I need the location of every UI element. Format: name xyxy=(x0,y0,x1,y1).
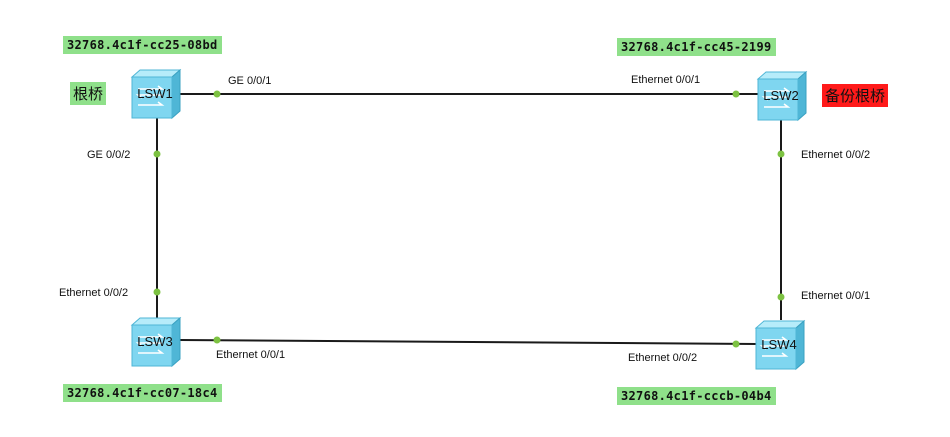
port-dot-lsw3-eth001[interactable] xyxy=(213,336,221,344)
bridge-id-lsw2: 32768.4c1f-cc45-2199 xyxy=(617,38,776,56)
bridge-id-lsw4: 32768.4c1f-cccb-04b4 xyxy=(617,387,776,405)
port-label-lsw1-ge001: GE 0/0/1 xyxy=(228,75,272,87)
switch-lsw1[interactable]: LSW1 xyxy=(128,67,182,121)
port-dot-lsw1-ge001[interactable] xyxy=(213,90,221,98)
topology-canvas xyxy=(153,90,785,348)
role-tag-backup-root: 备份根桥 xyxy=(822,84,889,107)
port-dot-lsw4-eth001[interactable] xyxy=(777,293,785,301)
port-label-lsw1-ge002: GE 0/0/2 xyxy=(87,149,131,161)
port-dot-lsw4-eth002[interactable] xyxy=(732,340,740,348)
switch-lsw2[interactable]: LSW2 xyxy=(754,69,808,123)
bridge-id-lsw3: 32768.4c1f-cc07-18c4 xyxy=(63,384,222,402)
switch-icon xyxy=(130,68,182,120)
port-label-lsw3-eth001: Ethernet 0/0/1 xyxy=(216,349,286,361)
port-dot-lsw2-eth002[interactable] xyxy=(777,150,785,158)
link-lsw3-lsw4[interactable] xyxy=(179,339,758,345)
switch-lsw4[interactable]: LSW4 xyxy=(752,318,806,372)
switch-icon xyxy=(754,319,806,371)
port-label-lsw4-eth001: Ethernet 0/0/1 xyxy=(801,290,871,302)
port-dot-lsw1-ge002[interactable] xyxy=(153,150,161,158)
port-label-lsw4-eth002: Ethernet 0/0/2 xyxy=(628,352,698,364)
switch-icon xyxy=(130,316,182,368)
switch-lsw3[interactable]: LSW3 xyxy=(128,315,182,369)
switch-icon xyxy=(756,70,808,122)
port-dot-lsw3-eth002[interactable] xyxy=(153,288,161,296)
role-tag-root: 根桥 xyxy=(70,82,107,105)
port-dot-lsw2-eth001[interactable] xyxy=(732,90,740,98)
port-label-lsw2-eth001: Ethernet 0/0/1 xyxy=(631,74,701,86)
port-label-lsw2-eth002: Ethernet 0/0/2 xyxy=(801,149,871,161)
bridge-id-lsw1: 32768.4c1f-cc25-08bd xyxy=(63,36,222,54)
port-label-lsw3-eth002: Ethernet 0/0/2 xyxy=(59,287,129,299)
